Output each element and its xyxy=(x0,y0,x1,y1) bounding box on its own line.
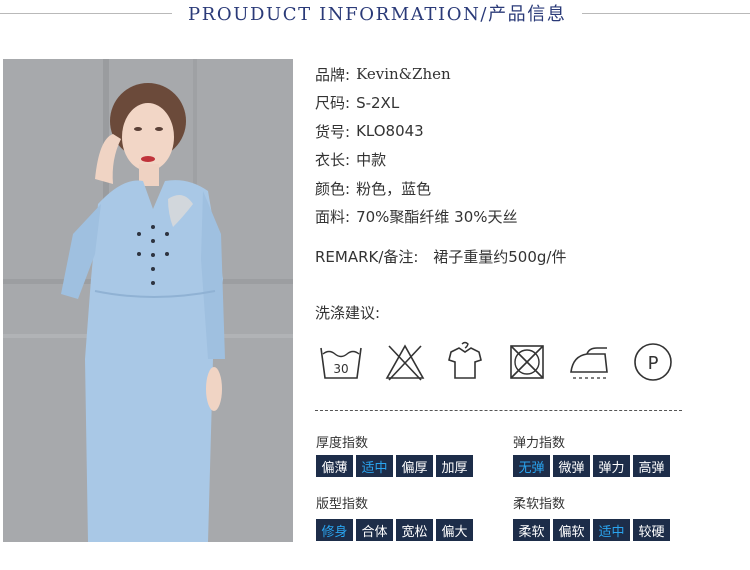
remark-label: REMARK/备注: xyxy=(315,248,419,266)
fit-option-selected: 修身 xyxy=(316,519,353,541)
wash-title: 洗涤建议: xyxy=(315,304,381,322)
info-label: 颜色: xyxy=(315,179,351,198)
elasticity-option-selected: 无弹 xyxy=(513,455,550,477)
info-label: 尺码: xyxy=(315,94,351,113)
elasticity-option: 弹力 xyxy=(593,455,630,477)
product-info-list: 品牌: Kevin&Zhen 尺码: S-2XL 货号: KLO8043 衣长:… xyxy=(315,60,518,231)
thickness-option-selected: 适中 xyxy=(356,455,393,477)
softness-index-options: 柔软 偏软 适中 较硬 xyxy=(513,519,670,541)
info-row-fabric: 面料: 70%聚酯纤维 30%天丝 xyxy=(315,203,518,232)
info-label: 面料: xyxy=(315,208,351,227)
remark-value: 裙子重量约500g/件 xyxy=(433,248,567,266)
softness-index-title: 柔软指数 xyxy=(513,497,566,512)
info-value: 70%聚酯纤维 30%天丝 xyxy=(356,208,518,227)
dry-clean-p-icon: P xyxy=(634,343,672,381)
thickness-option: 加厚 xyxy=(436,455,473,477)
info-row-sku: 货号: KLO8043 xyxy=(315,117,518,146)
hang-dry-icon xyxy=(448,341,482,379)
header-rule-right xyxy=(582,13,750,14)
info-row-color: 颜色: 粉色，蓝色 xyxy=(315,174,518,203)
info-value: 粉色，蓝色 xyxy=(356,179,432,198)
elasticity-option: 微弹 xyxy=(553,455,590,477)
softness-option: 偏软 xyxy=(553,519,590,541)
elasticity-option: 高弹 xyxy=(633,455,670,477)
model-illustration xyxy=(3,59,293,542)
info-row-brand: 品牌: Kevin&Zhen xyxy=(315,60,518,89)
info-value: KLO8043 xyxy=(356,122,424,141)
no-tumble-dry-icon xyxy=(510,345,544,379)
thickness-option: 偏薄 xyxy=(316,455,353,477)
low-iron-icon xyxy=(570,347,608,379)
dry-clean-letter: P xyxy=(648,353,659,374)
product-photo xyxy=(3,59,293,542)
wash-temp-text: 30 xyxy=(333,362,348,376)
thickness-option: 偏厚 xyxy=(396,455,433,477)
section-title: PROUDUCT INFORMATION/产品信息 xyxy=(188,4,567,25)
header-rule-left xyxy=(0,13,172,14)
wash-30-icon: 30 xyxy=(320,347,362,379)
remark-line: REMARK/备注: 裙子重量约500g/件 xyxy=(315,246,566,267)
thickness-index-options: 偏薄 适中 偏厚 加厚 xyxy=(316,455,473,477)
fit-option: 合体 xyxy=(356,519,393,541)
fit-option: 偏大 xyxy=(436,519,473,541)
no-bleach-icon xyxy=(385,344,425,381)
fit-index-options: 修身 合体 宽松 偏大 xyxy=(316,519,473,541)
softness-option-selected: 适中 xyxy=(593,519,630,541)
thickness-index-title: 厚度指数 xyxy=(316,436,369,451)
softness-option: 柔软 xyxy=(513,519,550,541)
elasticity-index-options: 无弹 微弹 弹力 高弹 xyxy=(513,455,670,477)
info-value: 中款 xyxy=(356,151,387,170)
info-value: Kevin&Zhen xyxy=(356,65,451,84)
elasticity-index-title: 弹力指数 xyxy=(513,436,566,451)
info-value: S-2XL xyxy=(356,93,400,112)
fit-index-title: 版型指数 xyxy=(316,497,369,512)
info-row-size: 尺码: S-2XL xyxy=(315,89,518,118)
wash-icons-row: 30 P xyxy=(315,340,685,388)
section-divider xyxy=(315,410,682,411)
fit-option: 宽松 xyxy=(396,519,433,541)
info-label: 品牌: xyxy=(315,65,351,84)
info-row-length: 衣长: 中款 xyxy=(315,146,518,175)
info-label: 衣长: xyxy=(315,151,351,170)
softness-option: 较硬 xyxy=(633,519,670,541)
info-label: 货号: xyxy=(315,122,351,141)
